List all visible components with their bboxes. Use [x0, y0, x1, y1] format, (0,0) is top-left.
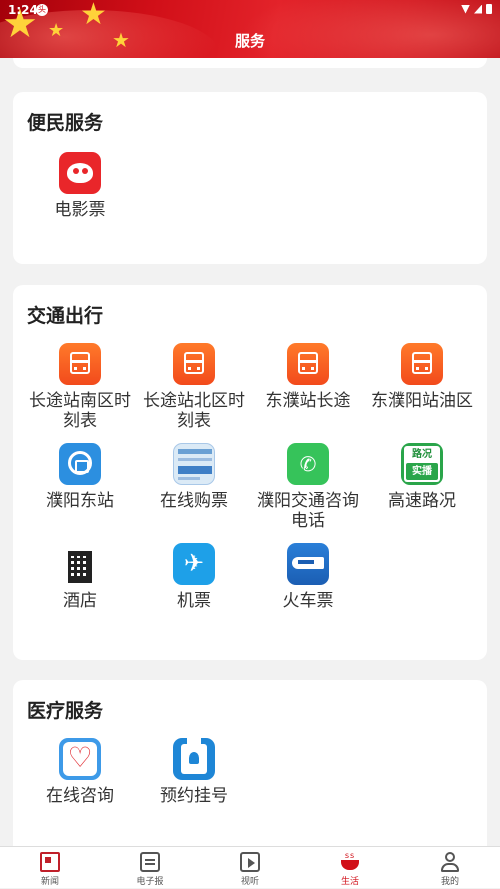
news-icon [40, 852, 60, 872]
tab-label: 我的 [440, 877, 459, 887]
status-icons [461, 4, 492, 14]
bus-icon [401, 343, 443, 385]
service-label: 濮阳交通咨询电话 [257, 491, 359, 531]
section-title: 医疗服务 [27, 700, 104, 722]
road-icon-text: 实播 [406, 463, 438, 480]
road-icon-text: 路况 [412, 449, 432, 460]
bottom-tab-bar: 新闻 电子报 视听 ss 生活 我的 [0, 846, 500, 888]
airplane-icon: ✈ [173, 543, 215, 585]
signal-icon [474, 4, 482, 14]
service-label: 高速路况 [388, 491, 456, 511]
phone-icon: ✆ [287, 443, 329, 485]
railway-logo-icon [59, 443, 101, 485]
service-dongpu-bus[interactable]: 东濮站长途 [251, 343, 365, 411]
user-icon [440, 852, 460, 872]
service-label: 濮阳东站 [46, 491, 114, 511]
service-content[interactable]: 便民服务 电影票 交通出行 长途站南区时刻表 长途站北区时刻表 东濮站长途 东濮… [0, 58, 500, 846]
tab-mine[interactable]: 我的 [400, 847, 500, 889]
video-icon [240, 852, 260, 872]
wifi-icon [461, 4, 470, 14]
service-highway-status[interactable]: 路况 实播 高速路况 [365, 443, 479, 511]
coffee-cup-icon: ss [340, 852, 360, 872]
service-label: 火车票 [282, 591, 334, 611]
section-title: 交通出行 [27, 305, 104, 327]
service-online-consult[interactable]: ♡ 在线咨询 [23, 738, 137, 806]
service-dongpu-oil[interactable]: 东濮阳站油区 [365, 343, 479, 411]
heart-consult-icon: ♡ [59, 738, 101, 780]
bus-icon [59, 343, 101, 385]
service-label: 酒店 [63, 591, 97, 611]
service-hotel[interactable]: 酒店 [23, 543, 137, 611]
section-title: 便民服务 [27, 112, 104, 134]
service-air-ticket[interactable]: ✈ 机票 [137, 543, 251, 611]
service-label: 预约挂号 [160, 786, 228, 806]
bus-icon [173, 343, 215, 385]
doctor-register-icon [173, 738, 215, 780]
service-puyang-east-station[interactable]: 濮阳东站 [23, 443, 137, 511]
card-convenience: 便民服务 电影票 [13, 92, 487, 264]
tab-life[interactable]: ss 生活 [300, 847, 400, 889]
service-label: 机票 [177, 591, 211, 611]
hotel-building-icon [59, 543, 101, 585]
battery-icon [486, 4, 492, 14]
tab-video[interactable]: 视听 [200, 847, 300, 889]
service-appointment[interactable]: 预约挂号 [137, 738, 251, 806]
card-medical: 医疗服务 ♡ 在线咨询 预约挂号 [13, 680, 487, 846]
tab-epaper[interactable]: 电子报 [100, 847, 200, 889]
service-online-ticket[interactable]: 在线购票 [137, 443, 251, 511]
service-label: 东濮阳站油区 [371, 391, 473, 411]
service-train-ticket[interactable]: 火车票 [251, 543, 365, 611]
service-movie-ticket[interactable]: 电影票 [23, 152, 137, 220]
service-bus-north[interactable]: 长途站北区时刻表 [137, 343, 251, 431]
service-label: 在线购票 [160, 491, 228, 511]
status-bar: 1:24 头 [0, 0, 500, 22]
service-bus-south[interactable]: 长途站南区时刻表 [23, 343, 137, 431]
status-time: 1:24 [8, 3, 38, 17]
service-label: 长途站南区时刻表 [29, 391, 131, 431]
header-bar: ★ ★ ★ ★ 1:24 头 服务 [0, 0, 500, 58]
cat-eye-movie-icon [59, 152, 101, 194]
service-label: 在线咨询 [46, 786, 114, 806]
page-title: 服务 [234, 32, 265, 50]
service-traffic-hotline[interactable]: ✆ 濮阳交通咨询电话 [251, 443, 365, 531]
tab-label: 电子报 [136, 877, 164, 887]
service-label: 电影票 [54, 200, 106, 220]
service-label: 东濮站长途 [265, 391, 351, 411]
ticket-screen-icon [173, 443, 215, 485]
high-speed-train-icon [287, 543, 329, 585]
newspaper-icon [140, 852, 160, 872]
service-label: 长途站北区时刻表 [143, 391, 245, 431]
previous-card [13, 58, 487, 68]
tab-news[interactable]: 新闻 [0, 847, 100, 889]
tab-label: 新闻 [40, 877, 59, 887]
bus-icon [287, 343, 329, 385]
tab-label: 视听 [240, 877, 259, 887]
card-transport: 交通出行 长途站南区时刻表 长途站北区时刻表 东濮站长途 东濮阳站油区 濮阳东站… [13, 285, 487, 660]
tab-label: 生活 [340, 877, 359, 887]
notification-badge: 头 [36, 4, 48, 16]
road-condition-icon: 路况 实播 [401, 443, 443, 485]
